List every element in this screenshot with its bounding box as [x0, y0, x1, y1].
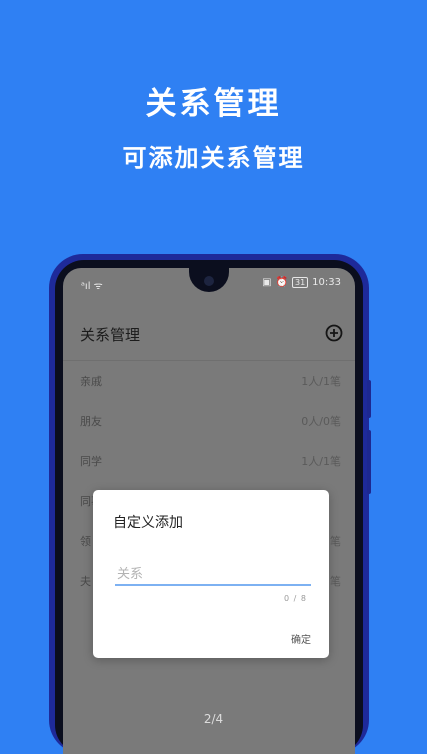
status-time: 10:33 — [312, 277, 341, 288]
relation-count: 笔 — [330, 535, 341, 548]
battery-icon: 31 — [291, 277, 309, 288]
relation-count: 0人/0笔 — [301, 415, 341, 428]
relation-count: 1人/1笔 — [301, 455, 341, 468]
app-bar: 关系管理 — [63, 308, 355, 361]
headline: 关系管理 — [145, 86, 282, 122]
list-item[interactable]: 朋友 0人/0笔 — [63, 400, 355, 440]
relation-count: 笔 — [330, 575, 341, 588]
status-left: ᵃıl ᯤ — [81, 278, 103, 292]
relation-name-input[interactable] — [115, 564, 311, 586]
char-counter: 0 / 8 — [284, 594, 307, 603]
signal-icon: ᵃıl — [81, 281, 91, 292]
wifi-icon: ᯤ — [93, 281, 103, 292]
page-indicator: 2/4 — [203, 712, 224, 726]
app-title: 关系管理 — [80, 326, 141, 344]
dialog-title: 自定义添加 — [113, 515, 183, 531]
list-item[interactable]: 亲戚 1人/1笔 — [63, 360, 355, 400]
relation-label: 领 — [80, 535, 91, 548]
status-right: ▣ ⏰ 31 10:33 — [262, 277, 341, 288]
relation-count: 1人/1笔 — [301, 375, 341, 388]
status-bar: ᵃıl ᯤ ▣ ⏰ 31 10:33 — [63, 268, 355, 296]
phone-volume-button — [367, 430, 371, 494]
vibrate-icon: ▣ — [262, 277, 272, 288]
custom-add-dialog: 自定义添加 0 / 8 确定 — [93, 490, 329, 658]
relation-label: 夫 — [80, 575, 91, 588]
subline: 可添加关系管理 — [122, 144, 305, 172]
add-relation-icon[interactable] — [325, 324, 343, 346]
relation-label: 亲戚 — [80, 375, 102, 388]
relation-label: 同学 — [80, 455, 102, 468]
list-item[interactable]: 同学 1人/1笔 — [63, 440, 355, 480]
alarm-icon: ⏰ — [275, 277, 288, 288]
phone-power-button — [367, 380, 371, 418]
relation-label: 朋友 — [80, 415, 102, 428]
confirm-button[interactable]: 确定 — [291, 631, 311, 646]
